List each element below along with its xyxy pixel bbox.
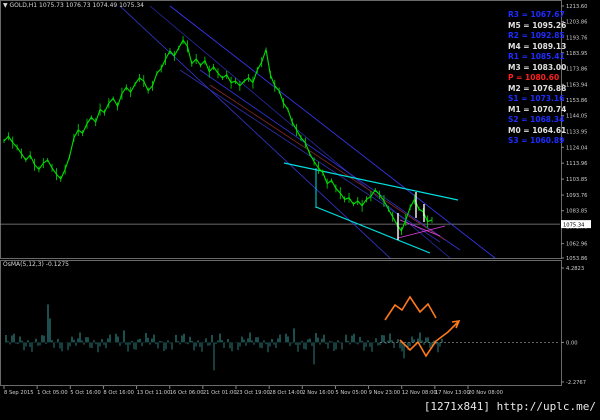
osma-tick-label: 0.00 <box>566 340 578 346</box>
time-tick-label: 16 Oct 06:00 <box>170 390 204 396</box>
time-tick-label: 17 Nov 13:00 <box>435 390 470 396</box>
price-tick-label: 1062.96 <box>566 242 587 248</box>
time-tick-label: 20 Nov 08:00 <box>468 390 503 396</box>
pivot-level: M1 = 1070.74 <box>508 104 567 114</box>
projection-arrow-lower <box>399 321 459 358</box>
time-tick-label: 9 Nov 23:00 <box>369 390 401 396</box>
pivot-level: R2 = 1092.85 <box>508 31 565 40</box>
time-tick-label: 8 Oct 16:00 <box>103 390 134 396</box>
symbol-header: ▼ GOLD,H1 1075.73 1076.73 1074.49 1075.3… <box>3 2 144 9</box>
regression-channel-line <box>199 69 461 251</box>
regression-channel-line <box>169 5 496 259</box>
osma-header: OsMA(5,12,3) -0.1275 <box>3 261 69 268</box>
time-tick-label: 8 Sep 2015 <box>4 390 34 396</box>
pivot-level: S1 = 1073.16 <box>508 94 565 103</box>
pivot-level: P = 1080.60 <box>508 73 560 82</box>
pivot-level: R3 = 1067.67 <box>508 10 565 19</box>
time-tick-label: 28 Oct 14:00 <box>269 390 303 396</box>
watermark: [1271x841] http://uplc.me/ <box>423 400 596 413</box>
time-tick-label: 5 Nov 05:00 <box>335 390 367 396</box>
time-tick-label: 23 Oct 19:00 <box>236 390 270 396</box>
time-tick-label: 2 Nov 16:00 <box>302 390 334 396</box>
pivot-level: M0 = 1064.61 <box>508 125 567 135</box>
price-tick-label: 1083.85 <box>566 209 587 215</box>
osma-tick-label: -2.2767 <box>566 380 586 386</box>
time-tick-label: 1 Oct 05:00 <box>37 390 68 396</box>
pivot-level: S2 = 1068.34 <box>508 115 565 124</box>
pivot-level: S3 = 1060.89 <box>508 136 565 145</box>
regression-channel-line <box>149 5 451 259</box>
price-tick-label: 1103.85 <box>566 177 587 183</box>
time-tick-label: 13 Oct 11:00 <box>137 390 171 396</box>
pivot-level: R1 = 1085.41 <box>508 52 565 61</box>
time-tick-label: 5 Oct 16:00 <box>70 390 101 396</box>
pivot-level: M5 = 1095.26 <box>508 20 567 30</box>
regression-channel-line <box>179 69 441 243</box>
osma-tick-label: 4.2823 <box>566 266 584 272</box>
wedge-lower-line <box>315 206 431 254</box>
price-tick-label: 1113.96 <box>566 161 587 167</box>
projection-arrow-upper <box>384 295 437 321</box>
time-tick-label: 12 Nov 08:00 <box>402 390 437 396</box>
price-tick-label: 1093.76 <box>566 193 587 199</box>
price-tick-label: 1053.86 <box>566 256 587 262</box>
pivot-panel: R3 = 1067.67 M5 = 1095.26 R2 = 1092.85 M4 =… <box>508 10 580 147</box>
current-price-label: 1075.34 <box>563 223 585 229</box>
pivot-level: M2 = 1076.88 <box>508 83 567 93</box>
pivot-level: M3 = 1083.00 <box>508 62 567 72</box>
osma-pane-border <box>0 260 562 386</box>
time-tick-label: 21 Oct 01:00 <box>203 390 237 396</box>
magenta-trendline <box>397 225 446 239</box>
pivot-level: M4 = 1089.13 <box>508 41 567 51</box>
regression-channel-line <box>209 84 446 241</box>
